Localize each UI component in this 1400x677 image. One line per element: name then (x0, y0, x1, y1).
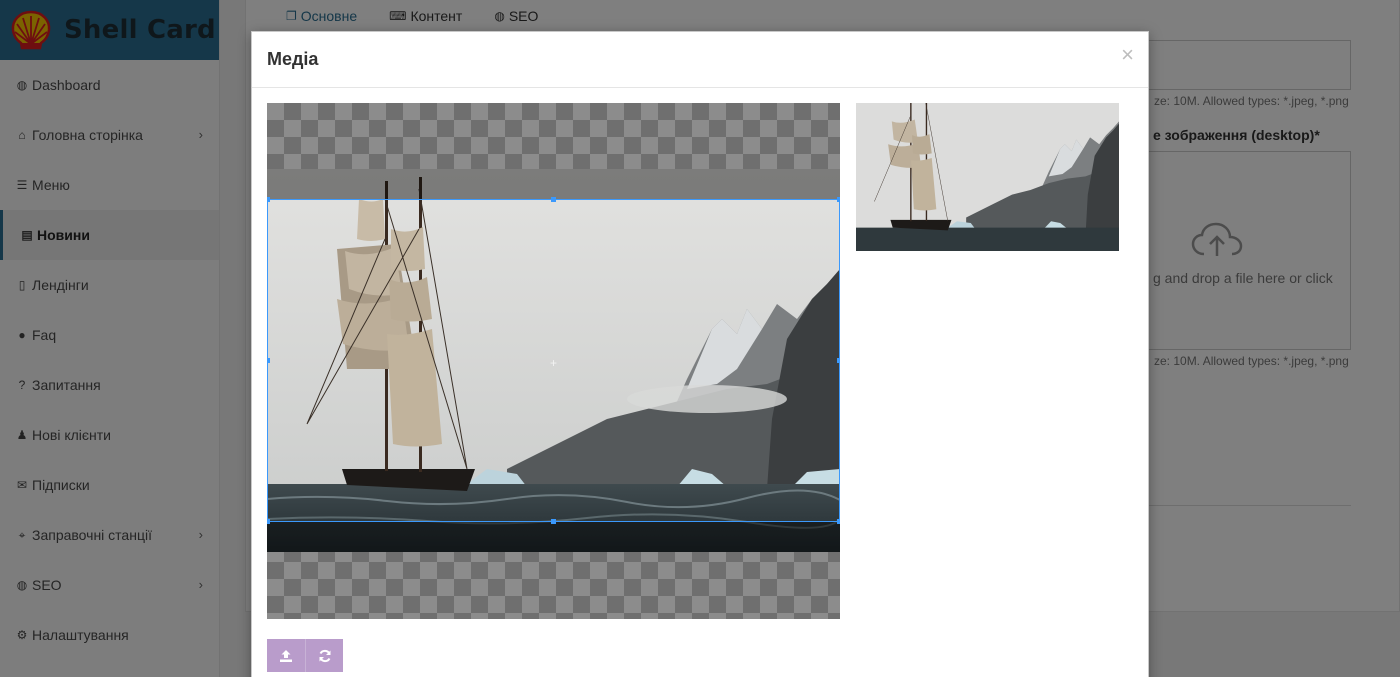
crop-handle-n[interactable] (551, 197, 556, 202)
reset-button[interactable] (305, 639, 343, 672)
modal-header: Медіа × (252, 32, 1148, 88)
crop-handle-w[interactable] (267, 358, 270, 363)
refresh-icon (319, 649, 330, 662)
upload-icon (280, 649, 292, 662)
media-modal: Медіа × + (251, 31, 1149, 677)
image-cropper[interactable]: + (267, 103, 840, 619)
crop-center-icon: + (550, 356, 558, 370)
crop-box[interactable]: + (267, 197, 840, 524)
upload-button[interactable] (267, 639, 305, 672)
crop-handle-e[interactable] (837, 358, 840, 363)
crop-mask (267, 522, 840, 552)
modal-title: Медіа (267, 49, 319, 69)
crop-handle-nw[interactable] (267, 197, 270, 202)
tall-ship-image (856, 103, 1119, 251)
crop-mask (267, 169, 840, 199)
crop-preview (856, 103, 1119, 251)
cropper-toolbar (267, 639, 343, 672)
crop-handle-se[interactable] (837, 519, 840, 524)
crop-handle-ne[interactable] (837, 197, 840, 202)
close-icon[interactable]: × (1121, 44, 1134, 66)
crop-handle-sw[interactable] (267, 519, 270, 524)
crop-handle-s[interactable] (551, 519, 556, 524)
